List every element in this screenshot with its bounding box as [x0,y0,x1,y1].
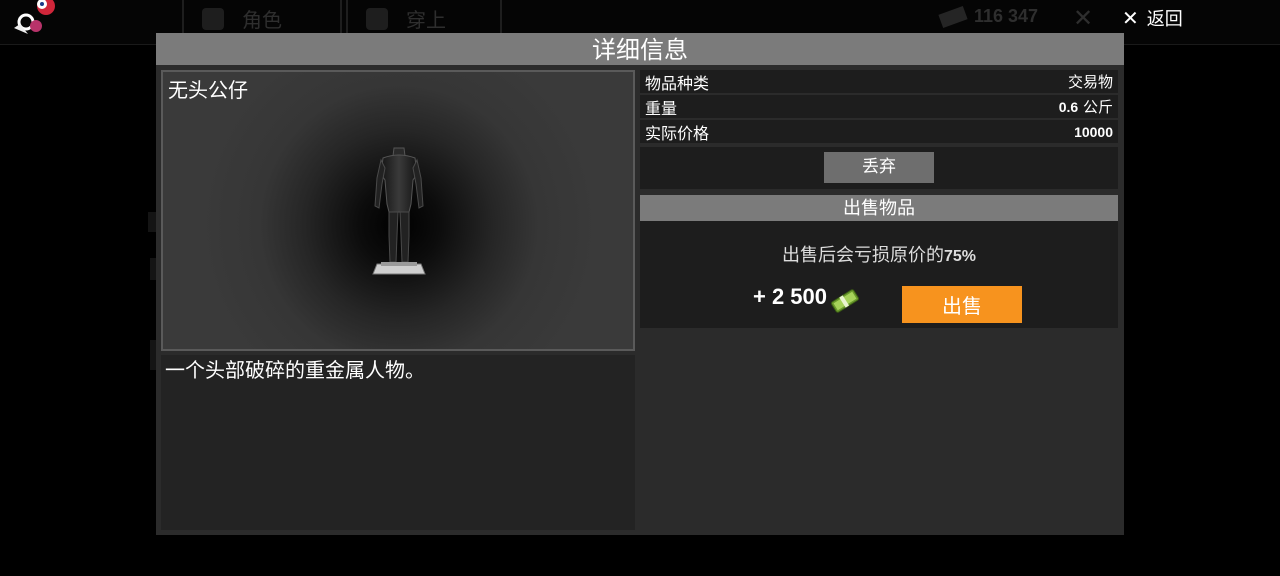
detail-dialog: 详细信息 无头公仔 一个头部破碎的重金属人物。 物品种类 交易物 重量 0.6 … [156,33,1124,535]
item-description: 一个头部破碎的重金属人物。 [165,358,425,382]
back-label: 返回 [1146,9,1183,30]
shirt-icon [366,8,388,30]
item-preview: 无头公仔 [161,70,635,351]
back-button[interactable]: ✕ 返回 [1122,6,1183,30]
price-value: 10000 [1074,123,1113,140]
property-value: 0.6 公斤 [1059,96,1113,117]
sell-loss-note: 出售后会亏损原价的75% [640,241,1118,267]
character-icon [202,8,224,30]
item-properties: 物品种类 交易物 重量 0.6 公斤 实际价格 10000 [640,70,1118,145]
sell-section: 出售后会亏损原价的75% + 2 500 出售 [640,221,1118,328]
headless-statue-icon [372,147,426,275]
sell-button[interactable]: 出售 [902,286,1022,323]
item-name: 无头公仔 [168,78,248,102]
property-row: 实际价格 10000 [640,120,1118,143]
sell-note-percent: 75% [943,248,977,265]
tab-character-label: 角色 [242,8,282,32]
money-display: 116 347 [938,6,1039,29]
close-icon[interactable]: ✕ [1073,4,1093,32]
sell-note-text: 出售后会亏损原价的 [781,245,944,266]
property-label: 重量 [645,98,678,118]
property-value: 10000 [1074,123,1113,141]
sell-section-header: 出售物品 [640,195,1118,221]
tab-equip-label: 穿上 [406,8,446,32]
money-value: 116 347 [974,6,1039,26]
item-description-panel: 一个头部破碎的重金属人物。 [161,355,635,530]
discard-button[interactable]: 丢弃 [824,152,934,183]
cash-icon [831,289,859,313]
game-logo-icon [14,0,55,34]
dialog-title: 详细信息 [156,33,1124,65]
property-value: 交易物 [1067,73,1113,91]
cash-icon [938,6,968,29]
property-label: 实际价格 [645,123,710,143]
sell-amount: + 2 500 [753,284,828,309]
property-row: 物品种类 交易物 [640,70,1118,93]
weight-value: 0.6 [1058,99,1079,115]
close-icon: ✕ [1122,6,1139,30]
property-label: 物品种类 [645,73,710,93]
weight-unit: 公斤 [1082,98,1113,116]
property-row: 重量 0.6 公斤 [640,95,1118,118]
discard-area: 丢弃 [640,147,1118,189]
